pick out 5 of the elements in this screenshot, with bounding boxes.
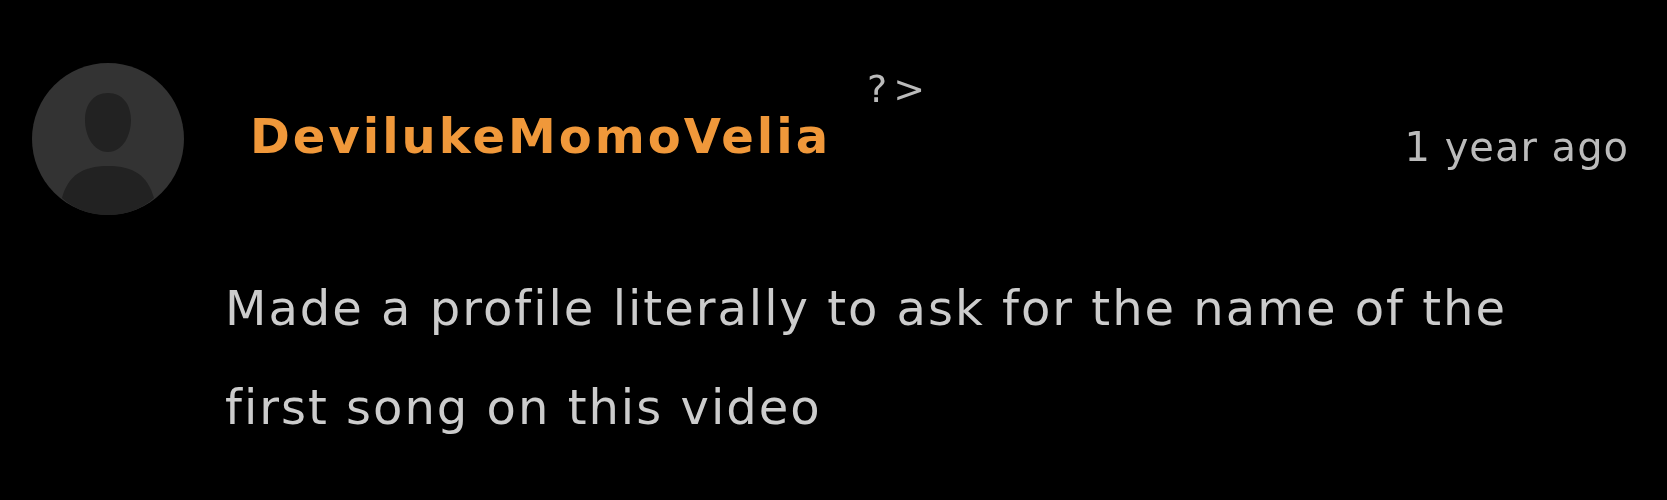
stray-text: ?> (867, 68, 932, 110)
avatar-icon (32, 63, 184, 215)
comment-text: Made a profile literally to ask for the name of the first song on this video (225, 279, 1509, 437)
username[interactable]: DevilukeMomoVelia (250, 108, 832, 164)
timestamp: 1 year ago (1404, 124, 1629, 170)
